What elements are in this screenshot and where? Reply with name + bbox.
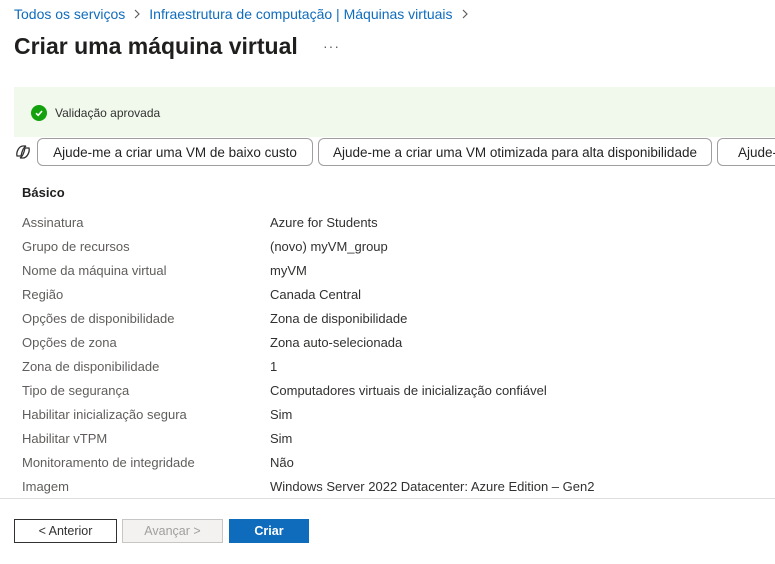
create-button[interactable]: Criar [229,519,309,543]
row-value: (novo) myVM_group [270,239,388,254]
footer-divider [0,498,775,499]
row-label: Habilitar vTPM [22,431,108,446]
row-value: Azure for Students [270,215,378,230]
suggestion-high-availability-vm[interactable]: Ajude-me a criar uma VM otimizada para a… [318,138,712,166]
row-value: Windows Server 2022 Datacenter: Azure Ed… [270,479,595,494]
row-label: Monitoramento de integridade [22,455,195,470]
summary-row: Monitoramento de integridade Não [0,455,775,479]
row-label: Assinatura [22,215,84,230]
row-value: Computadores virtuais de inicialização c… [270,383,547,398]
chevron-right-icon [461,9,469,19]
row-label: Opções de zona [22,335,117,350]
row-value: 1 [270,359,278,374]
section-title-basics: Básico [22,185,65,200]
row-label: Imagem [22,479,69,494]
summary-row: Imagem Windows Server 2022 Datacenter: A… [0,479,775,503]
summary-row: Grupo de recursos (novo) myVM_group [0,239,775,263]
breadcrumb: Todos os serviços Infraestrutura de comp… [14,6,477,22]
row-value: Não [270,455,294,470]
summary-row: Tipo de segurança Computadores virtuais … [0,383,775,407]
suggestion-low-cost-vm[interactable]: Ajude-me a criar uma VM de baixo custo [37,138,313,166]
summary-row: Zona de disponibilidade 1 [0,359,775,383]
row-value: myVM [270,263,307,278]
summary-row: Região Canada Central [0,287,775,311]
row-label: Tipo de segurança [22,383,130,398]
chevron-right-icon [133,9,141,19]
summary-row: Opções de disponibilidade Zona de dispon… [0,311,775,335]
row-label: Nome da máquina virtual [22,263,167,278]
summary-row: Habilitar vTPM Sim [0,431,775,455]
validation-status-text: Validação aprovada [55,106,161,120]
row-value: Zona de disponibilidade [270,311,408,326]
summary-row: Habilitar inicialização segura Sim [0,407,775,431]
copilot-icon [14,143,32,161]
validation-banner: Validação aprovada [14,87,775,137]
breadcrumb-link-virtual-machines[interactable]: Infraestrutura de computação | Máquinas … [149,6,452,22]
suggestion-more[interactable]: Ajude- [717,138,775,166]
row-label: Opções de disponibilidade [22,311,175,326]
row-label: Habilitar inicialização segura [22,407,187,422]
row-label: Região [22,287,64,302]
success-check-icon [31,105,47,121]
row-label: Zona de disponibilidade [22,359,160,374]
page-title: Criar uma máquina virtual [14,33,298,59]
row-value: Zona auto-selecionada [270,335,403,350]
row-value: Sim [270,407,293,422]
previous-button[interactable]: < Anterior [14,519,117,543]
row-value: Sim [270,431,293,446]
row-label: Grupo de recursos [22,239,130,254]
summary-row: Opções de zona Zona auto-selecionada [0,335,775,359]
summary-row: Assinatura Azure for Students [0,215,775,239]
breadcrumb-link-all-services[interactable]: Todos os serviços [14,6,125,22]
next-button: Avançar > [122,519,223,543]
more-options-icon[interactable]: ··· [323,38,340,54]
summary-row: Nome da máquina virtual myVM [0,263,775,287]
row-value: Canada Central [270,287,362,302]
